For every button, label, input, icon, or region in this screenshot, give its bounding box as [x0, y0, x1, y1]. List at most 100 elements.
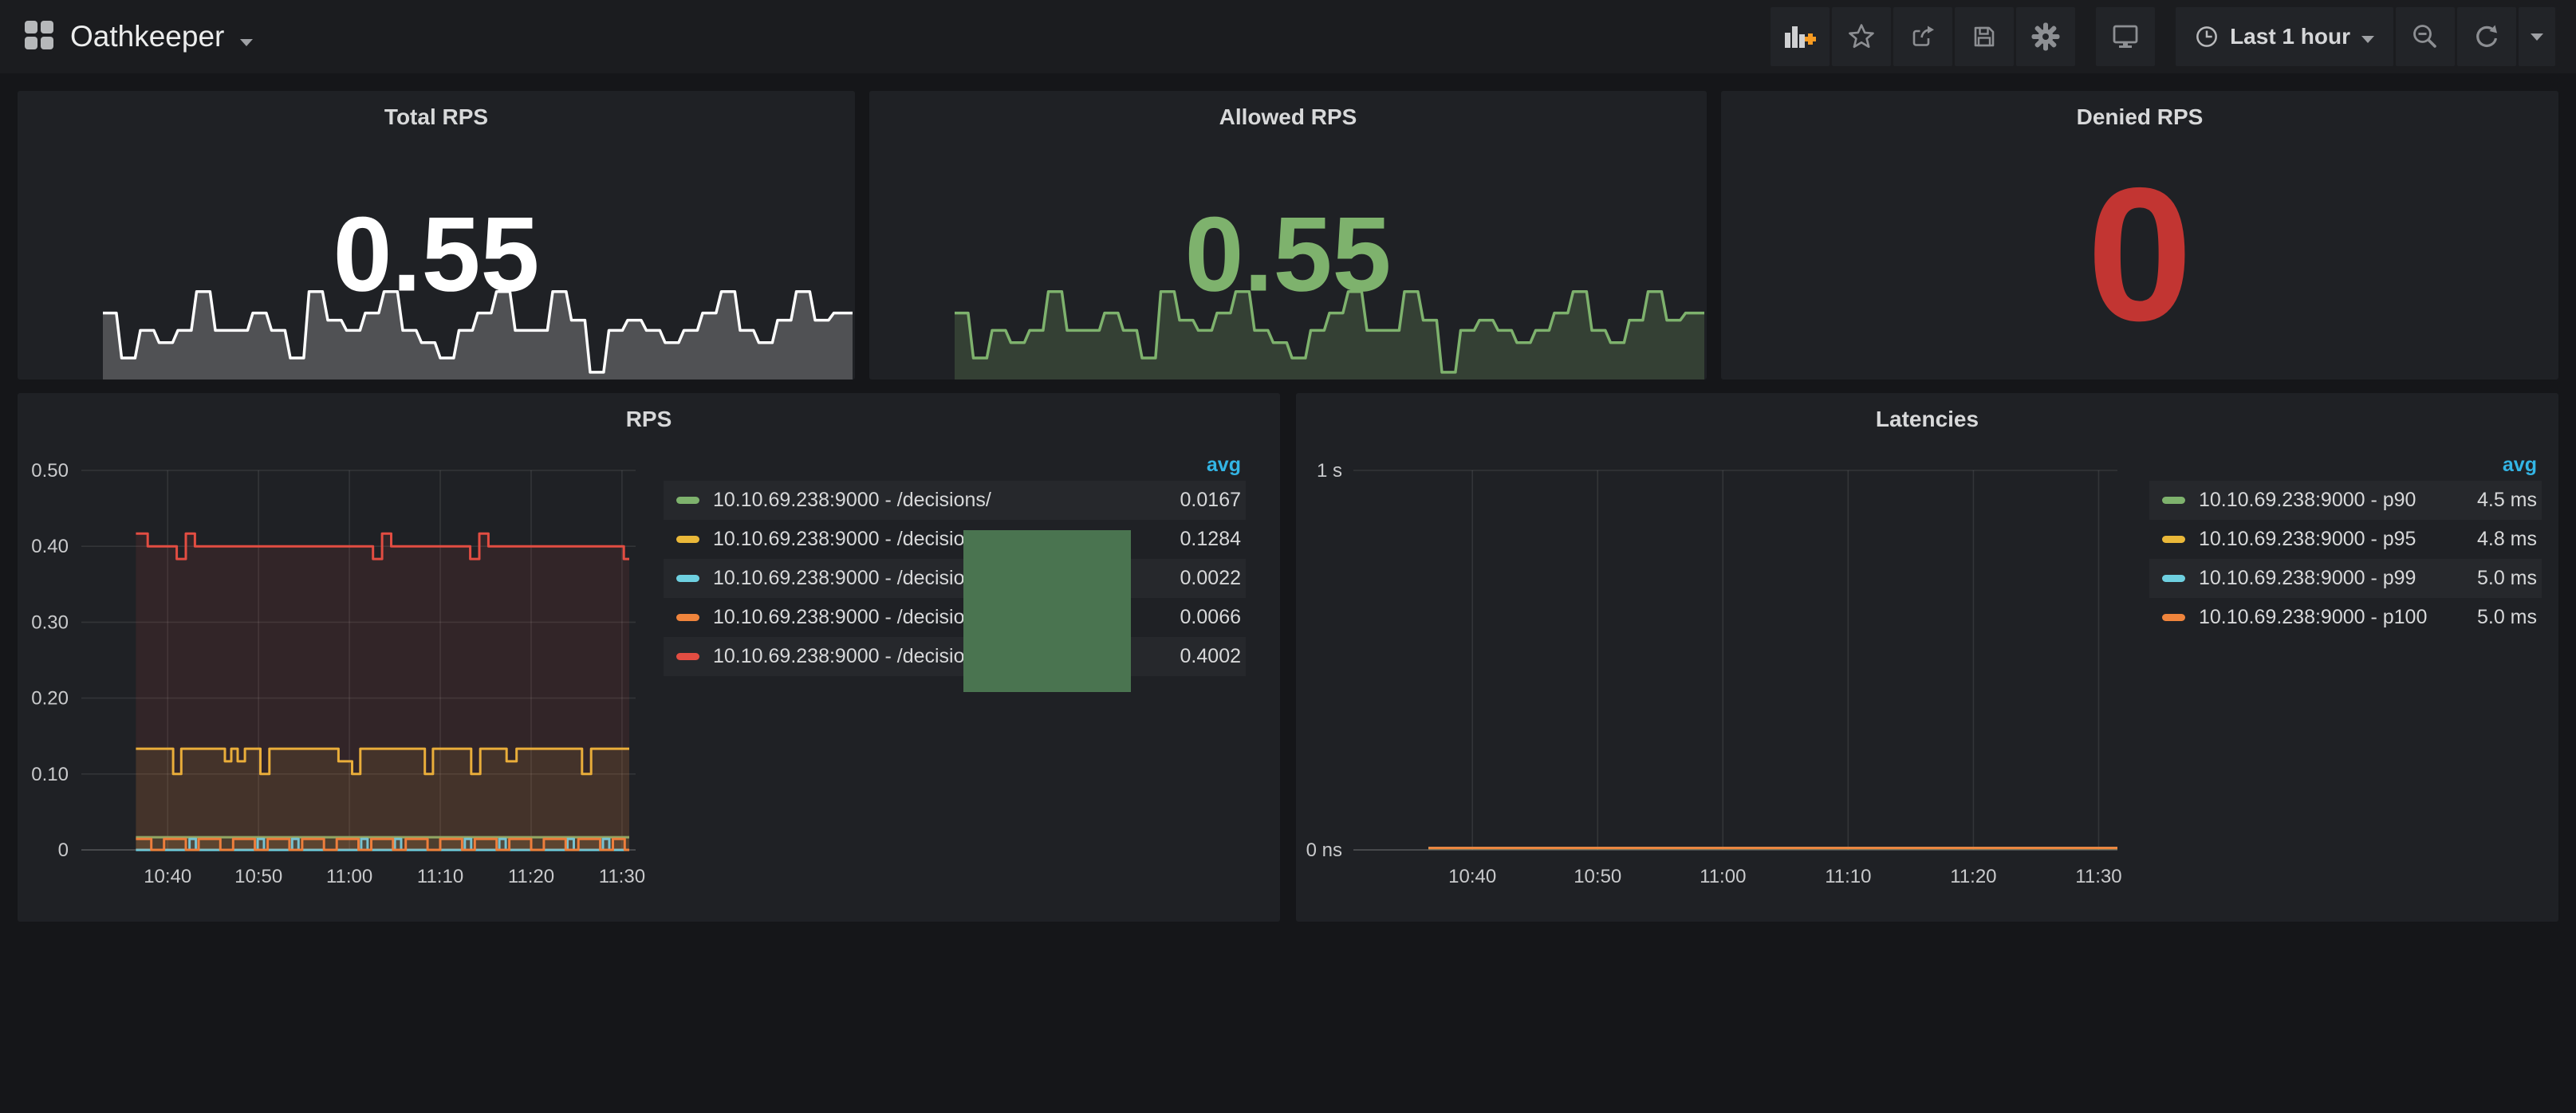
- share-icon: [1908, 22, 1937, 51]
- svg-text:10:40: 10:40: [144, 866, 191, 887]
- legend-series-swatch[interactable]: [676, 575, 699, 582]
- legend-series-avg-value: 0.0022: [1153, 567, 1241, 590]
- chevron-down-icon: [2531, 33, 2543, 41]
- legend-row: 10.10.69.238:9000 - p1005.0 ms: [2149, 598, 2542, 637]
- legend-series-avg-value: 4.8 ms: [2449, 528, 2537, 551]
- chevron-down-icon: [2361, 36, 2374, 43]
- legend-row: 10.10.69.238:9000 - /decisions/0.0167: [664, 481, 1246, 520]
- legend-series-avg-value: 5.0 ms: [2449, 567, 2537, 590]
- sparkline: [955, 269, 1704, 380]
- svg-text:0 ns: 0 ns: [1306, 840, 1342, 861]
- legend-series-label[interactable]: 10.10.69.238:9000 - p99: [2199, 567, 2449, 590]
- toolbar: Last 1 hour: [1771, 7, 2555, 66]
- legend-row: 10.10.69.238:9000 - p904.5 ms: [2149, 481, 2542, 520]
- gear-icon: [2030, 22, 2061, 52]
- toolbar-group-actions: [1771, 7, 2075, 66]
- legend-series-label[interactable]: 10.10.69.238:9000 - p90: [2199, 489, 2449, 512]
- add-panel-button[interactable]: [1771, 7, 1830, 66]
- dashboard-title[interactable]: Oathkeeper: [70, 20, 224, 53]
- legend-series-label[interactable]: 10.10.69.238:9000 - p95: [2199, 528, 2449, 551]
- chevron-down-icon[interactable]: [240, 39, 253, 46]
- legend-series-swatch[interactable]: [676, 497, 699, 504]
- star-icon: [1847, 22, 1876, 51]
- toolbar-group-view: [2096, 7, 2155, 66]
- svg-text:11:30: 11:30: [599, 866, 645, 887]
- legend-series-avg-value: 4.5 ms: [2449, 489, 2537, 512]
- sparkline: [103, 269, 853, 380]
- legend-series-avg-value: 0.0066: [1153, 606, 1241, 629]
- svg-text:10:40: 10:40: [1448, 866, 1496, 887]
- apps-grid-icon: [24, 20, 54, 54]
- settings-button[interactable]: [2016, 7, 2075, 66]
- legend-row: 10.10.69.238:9000 - /decisions/0.0066: [664, 598, 1246, 637]
- svg-text:11:30: 11:30: [2075, 866, 2121, 887]
- panel-rps: RPS 10:4010:5011:0011:1011:2011:3000.100…: [18, 393, 1280, 922]
- time-range-label: Last 1 hour: [2230, 24, 2350, 49]
- legend-avg-header: avg: [2149, 449, 2542, 481]
- svg-text:0: 0: [58, 840, 69, 861]
- save-icon: [1970, 22, 1999, 51]
- panel-latencies: Latencies 10:4010:5011:0011:1011:2011:30…: [1296, 393, 2558, 922]
- toolbar-group-time: Last 1 hour: [2176, 7, 2555, 66]
- panel-title[interactable]: Denied RPS: [1721, 91, 2558, 130]
- svg-text:10:50: 10:50: [1574, 866, 1621, 887]
- share-button[interactable]: [1893, 7, 1952, 66]
- legend-series-swatch[interactable]: [2162, 575, 2185, 582]
- svg-text:11:20: 11:20: [508, 866, 554, 887]
- svg-text:0.30: 0.30: [31, 612, 69, 633]
- refresh-button[interactable]: [2457, 7, 2516, 66]
- legend-series-swatch[interactable]: [2162, 497, 2185, 504]
- panel-title[interactable]: Total RPS: [18, 91, 855, 130]
- legend-series-swatch[interactable]: [676, 653, 699, 660]
- svg-text:1 s: 1 s: [1317, 460, 1342, 482]
- svg-text:0.40: 0.40: [31, 536, 69, 557]
- legend-table: avg10.10.69.238:9000 - p904.5 ms10.10.69…: [2149, 449, 2542, 637]
- legend-row: 10.10.69.238:9000 - /decisions/0.1284: [664, 520, 1246, 559]
- legend-row: 10.10.69.238:9000 - /decisions/0.4002: [664, 637, 1246, 676]
- graph-row: RPS 10:4010:5011:0011:1011:2011:3000.100…: [18, 393, 2558, 922]
- legend-avg-header: avg: [664, 449, 1246, 481]
- dashboard-title-group[interactable]: Oathkeeper: [24, 20, 253, 54]
- legend-series-avg-value: 5.0 ms: [2449, 606, 2537, 629]
- panel-total-rps: Total RPS 0.55: [18, 91, 855, 380]
- svg-text:11:20: 11:20: [1950, 866, 1996, 887]
- panel-allowed-rps: Allowed RPS 0.55: [869, 91, 1707, 380]
- svg-text:11:10: 11:10: [417, 866, 463, 887]
- svg-text:0.20: 0.20: [31, 688, 69, 710]
- zoom-out-button[interactable]: [2396, 7, 2455, 66]
- svg-text:0.10: 0.10: [31, 764, 69, 785]
- legend-series-label[interactable]: 10.10.69.238:9000 - p100: [2199, 606, 2449, 629]
- panel-title[interactable]: Allowed RPS: [869, 91, 1707, 130]
- time-range-picker[interactable]: Last 1 hour: [2176, 7, 2393, 66]
- clock-icon: [2195, 25, 2219, 49]
- panel-denied-rps: Denied RPS 0: [1721, 91, 2558, 380]
- refresh-interval-button[interactable]: [2519, 7, 2555, 66]
- legend-series-swatch[interactable]: [676, 614, 699, 621]
- legend-series-swatch[interactable]: [676, 536, 699, 543]
- svg-text:10:50: 10:50: [234, 866, 282, 887]
- star-button[interactable]: [1832, 7, 1891, 66]
- svg-text:0.50: 0.50: [31, 460, 69, 482]
- legend-series-avg-value: 0.4002: [1153, 645, 1241, 668]
- legend-series-swatch[interactable]: [2162, 614, 2185, 621]
- legend-row: 10.10.69.238:9000 - /decisions/0.0022: [664, 559, 1246, 598]
- svg-text:11:00: 11:00: [326, 866, 372, 887]
- cycle-view-button[interactable]: [2096, 7, 2155, 66]
- save-button[interactable]: [1955, 7, 2014, 66]
- stat-row: Total RPS 0.55 Allowed RPS 0.55 Denied R…: [18, 91, 2558, 380]
- svg-text:11:00: 11:00: [1700, 866, 1746, 887]
- stat-value: 0: [1721, 160, 2558, 350]
- refresh-icon: [2472, 22, 2501, 51]
- legend-series-swatch[interactable]: [2162, 536, 2185, 543]
- legend-series-avg-value: 0.1284: [1153, 528, 1241, 551]
- legend-series-avg-value: 0.0167: [1153, 489, 1241, 512]
- green-overlay: [963, 530, 1131, 692]
- monitor-icon: [2110, 22, 2141, 51]
- navbar: Oathkeeper: [0, 0, 2576, 73]
- legend-series-label[interactable]: 10.10.69.238:9000 - /decisions/: [713, 489, 1153, 512]
- dashboard: Total RPS 0.55 Allowed RPS 0.55 Denied R…: [0, 73, 2576, 922]
- bar-chart-plus-icon: [1783, 22, 1817, 51]
- svg-text:11:10: 11:10: [1825, 866, 1871, 887]
- legend-row: 10.10.69.238:9000 - p995.0 ms: [2149, 559, 2542, 598]
- zoom-out-icon: [2411, 22, 2440, 51]
